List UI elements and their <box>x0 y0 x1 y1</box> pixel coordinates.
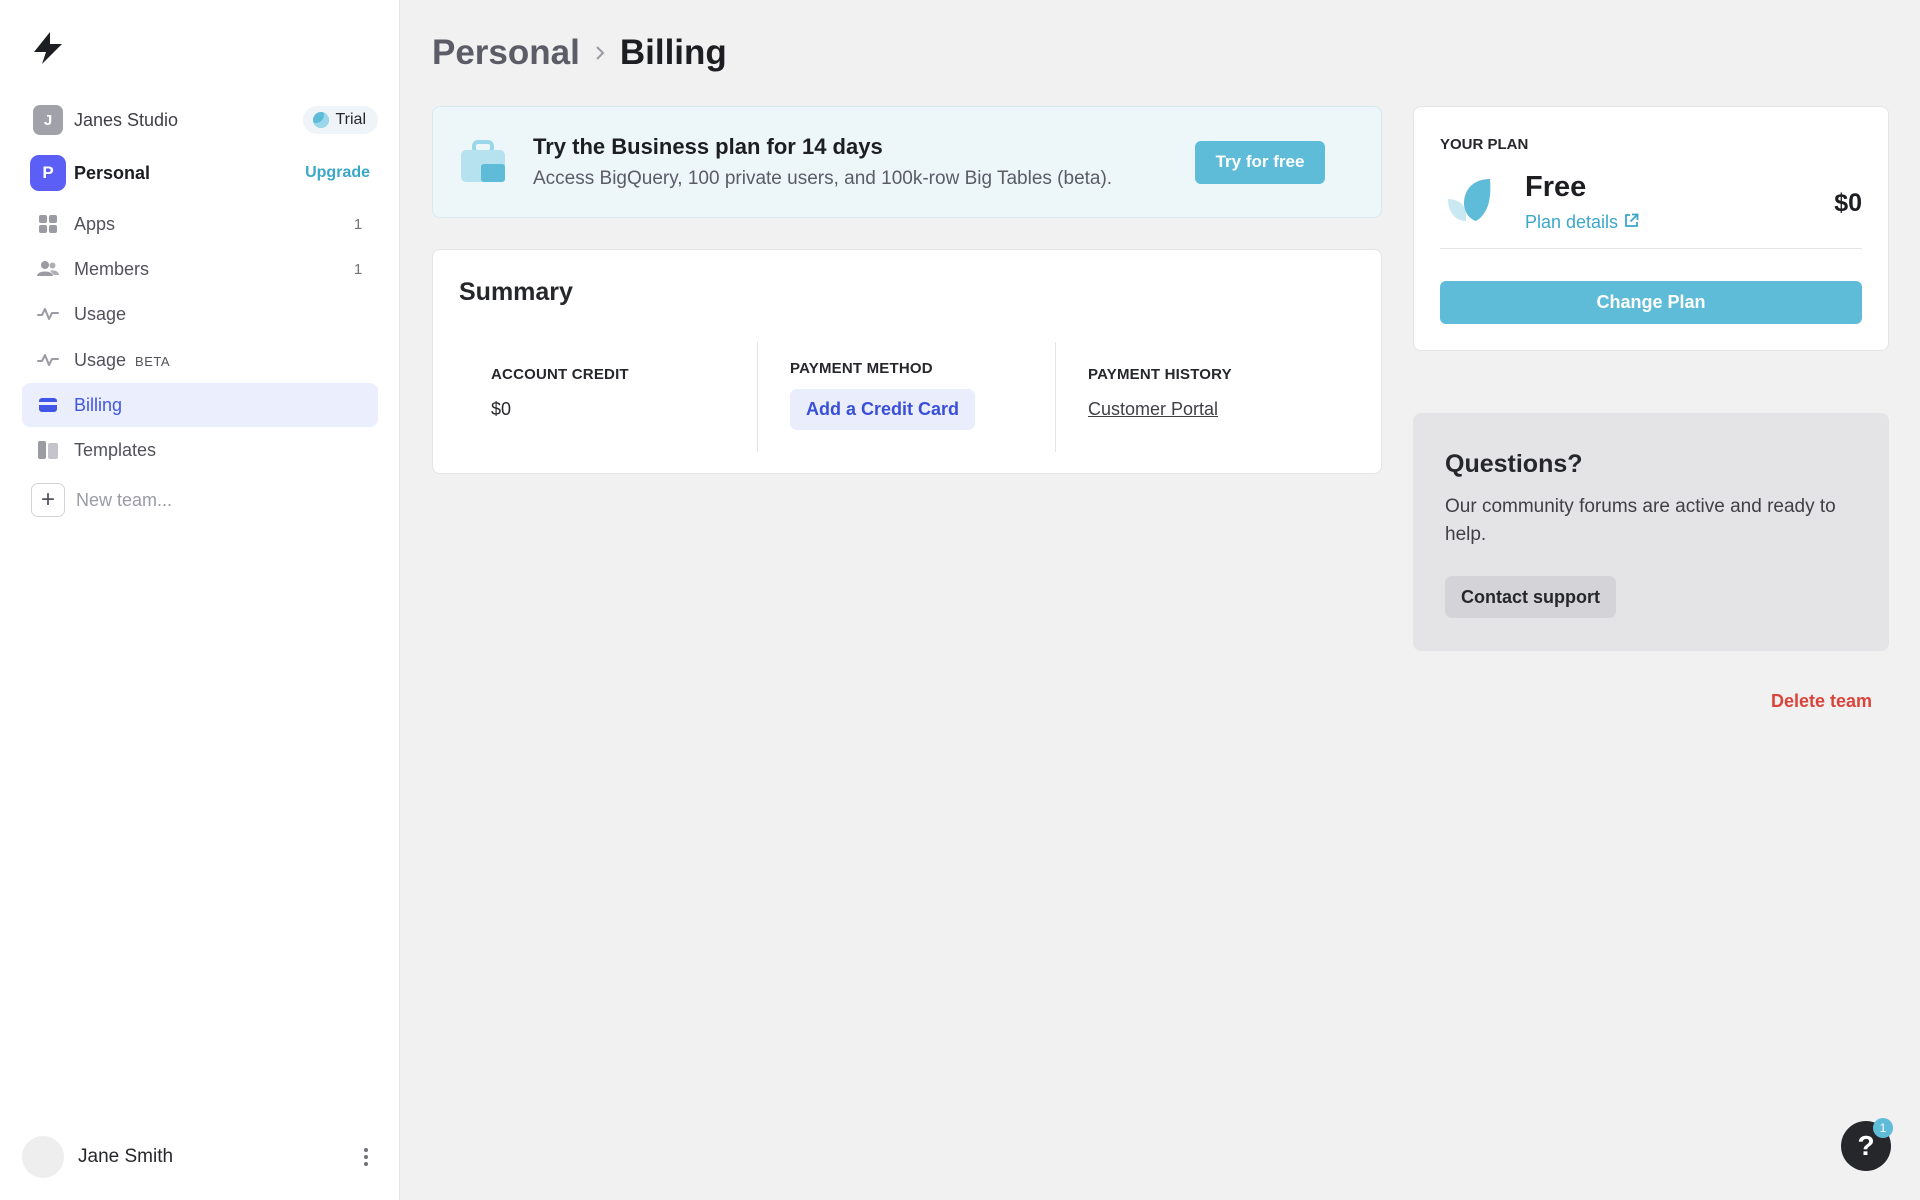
activity-icon <box>22 352 74 368</box>
templates-icon <box>22 441 74 459</box>
team-avatar: J <box>33 105 63 135</box>
team-avatar: P <box>30 155 66 191</box>
trial-clock-icon <box>313 112 330 128</box>
notification-badge: 1 <box>1873 1118 1893 1138</box>
apps-grid-icon <box>22 214 74 234</box>
user-profile[interactable]: Jane Smith <box>22 1135 378 1179</box>
question-mark-icon: ? <box>1857 1130 1875 1161</box>
questions-title: Questions? <box>1445 450 1583 478</box>
plan-name: Free <box>1525 171 1587 203</box>
members-count: 1 <box>353 260 363 278</box>
members-icon <box>22 260 74 278</box>
try-for-free-button[interactable]: Try for free <box>1195 140 1325 184</box>
plan-details-label: Plan details <box>1525 212 1619 232</box>
summary-card: Summary ACCOUNT CREDIT $0 PAYMENT METHOD… <box>432 249 1382 474</box>
team-name: Janes Studio <box>74 109 179 130</box>
trial-badge-label: Trial <box>335 111 366 128</box>
trial-badge: Trial <box>303 106 378 134</box>
upgrade-link[interactable]: Upgrade <box>305 164 370 182</box>
plus-icon: + <box>31 483 65 517</box>
glide-logo-icon[interactable] <box>30 30 66 66</box>
leaf-icon <box>1446 177 1492 228</box>
contact-support-button[interactable]: Contact support <box>1445 576 1616 618</box>
delete-team-button[interactable]: Delete team <box>1771 691 1872 712</box>
payment-history-label: PAYMENT HISTORY <box>1088 366 1232 383</box>
sidebar-item-label: Templates <box>74 439 157 460</box>
payment-history-section: PAYMENT HISTORY Customer Portal <box>1055 342 1381 452</box>
plan-price: $0 <box>1834 189 1862 217</box>
payment-method-label: PAYMENT METHOD <box>790 360 933 377</box>
sidebar-item-label: Members <box>74 258 150 279</box>
sidebar-item-billing[interactable]: Billing <box>22 383 378 427</box>
business-trial-banner: Try the Business plan for 14 days Access… <box>432 106 1382 218</box>
sidebar-item-apps[interactable]: Apps 1 <box>22 202 378 246</box>
briefcase-icon <box>433 140 533 184</box>
chevron-right-icon <box>594 38 606 69</box>
user-name: Jane Smith <box>78 1146 174 1167</box>
breadcrumb-parent[interactable]: Personal <box>432 33 580 73</box>
sidebar: J Janes Studio Trial P Personal Upgrade … <box>0 0 400 1200</box>
beta-tag: BETA <box>135 353 171 369</box>
account-credit-value: $0 <box>491 399 512 419</box>
customer-portal-link[interactable]: Customer Portal <box>1088 399 1218 420</box>
banner-subtitle: Access BigQuery, 100 private users, and … <box>533 168 1113 189</box>
plan-details-link[interactable]: Plan details <box>1525 212 1639 233</box>
breadcrumb: Personal Billing <box>432 30 727 76</box>
team-name: Personal <box>74 162 151 183</box>
avatar[interactable] <box>22 1136 64 1178</box>
your-plan-card: YOUR PLAN Free Plan details $0 Change Pl… <box>1413 106 1889 351</box>
credit-card-icon <box>22 398 74 412</box>
new-team-button[interactable]: + New team... <box>22 478 378 522</box>
sidebar-item-label: Usage <box>74 349 127 370</box>
apps-count: 1 <box>353 215 363 233</box>
sidebar-item-usage-beta[interactable]: Usage BETA <box>22 338 378 382</box>
sidebar-item-members[interactable]: Members 1 <box>22 247 378 291</box>
account-credit-label: ACCOUNT CREDIT <box>491 366 629 383</box>
new-team-label: New team... <box>76 489 173 510</box>
payment-method-section: PAYMENT METHOD Add a Credit Card <box>757 342 1055 452</box>
sidebar-item-usage[interactable]: Usage <box>22 292 378 336</box>
sidebar-item-templates[interactable]: Templates <box>22 428 378 472</box>
summary-title: Summary <box>459 278 573 306</box>
activity-icon <box>22 306 74 322</box>
account-credit-section: ACCOUNT CREDIT $0 <box>433 342 757 452</box>
banner-title: Try the Business plan for 14 days <box>533 134 883 159</box>
team-janes-studio[interactable]: J Janes Studio Trial <box>22 98 378 142</box>
plan-eyebrow: YOUR PLAN <box>1440 136 1529 153</box>
divider <box>1440 248 1862 249</box>
sidebar-item-label: Apps <box>74 213 116 234</box>
sidebar-item-label: Usage <box>74 303 127 324</box>
questions-card: Questions? Our community forums are acti… <box>1413 413 1889 651</box>
more-vertical-icon[interactable] <box>354 1148 378 1166</box>
add-credit-card-button[interactable]: Add a Credit Card <box>790 389 976 430</box>
questions-body: Our community forums are active and read… <box>1445 496 1836 545</box>
sidebar-item-label: Billing <box>74 394 123 415</box>
external-link-icon <box>1624 212 1639 233</box>
page-title: Billing <box>619 33 727 72</box>
change-plan-button[interactable]: Change Plan <box>1440 281 1862 324</box>
team-personal[interactable]: P Personal Upgrade <box>22 151 378 195</box>
